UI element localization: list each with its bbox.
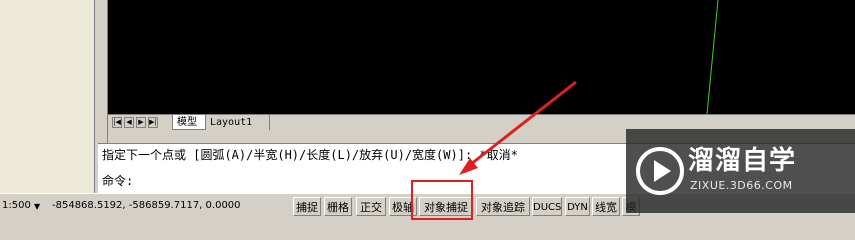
watermark-url: ZIXUE.3D66.COM [690, 179, 793, 192]
watermark-title: 溜溜自学 [688, 146, 797, 176]
play-logo-icon [636, 147, 684, 195]
annotation-highlight-box [411, 180, 473, 220]
watermark: 溜溜自学 ZIXUE.3D66.COM [626, 129, 855, 213]
